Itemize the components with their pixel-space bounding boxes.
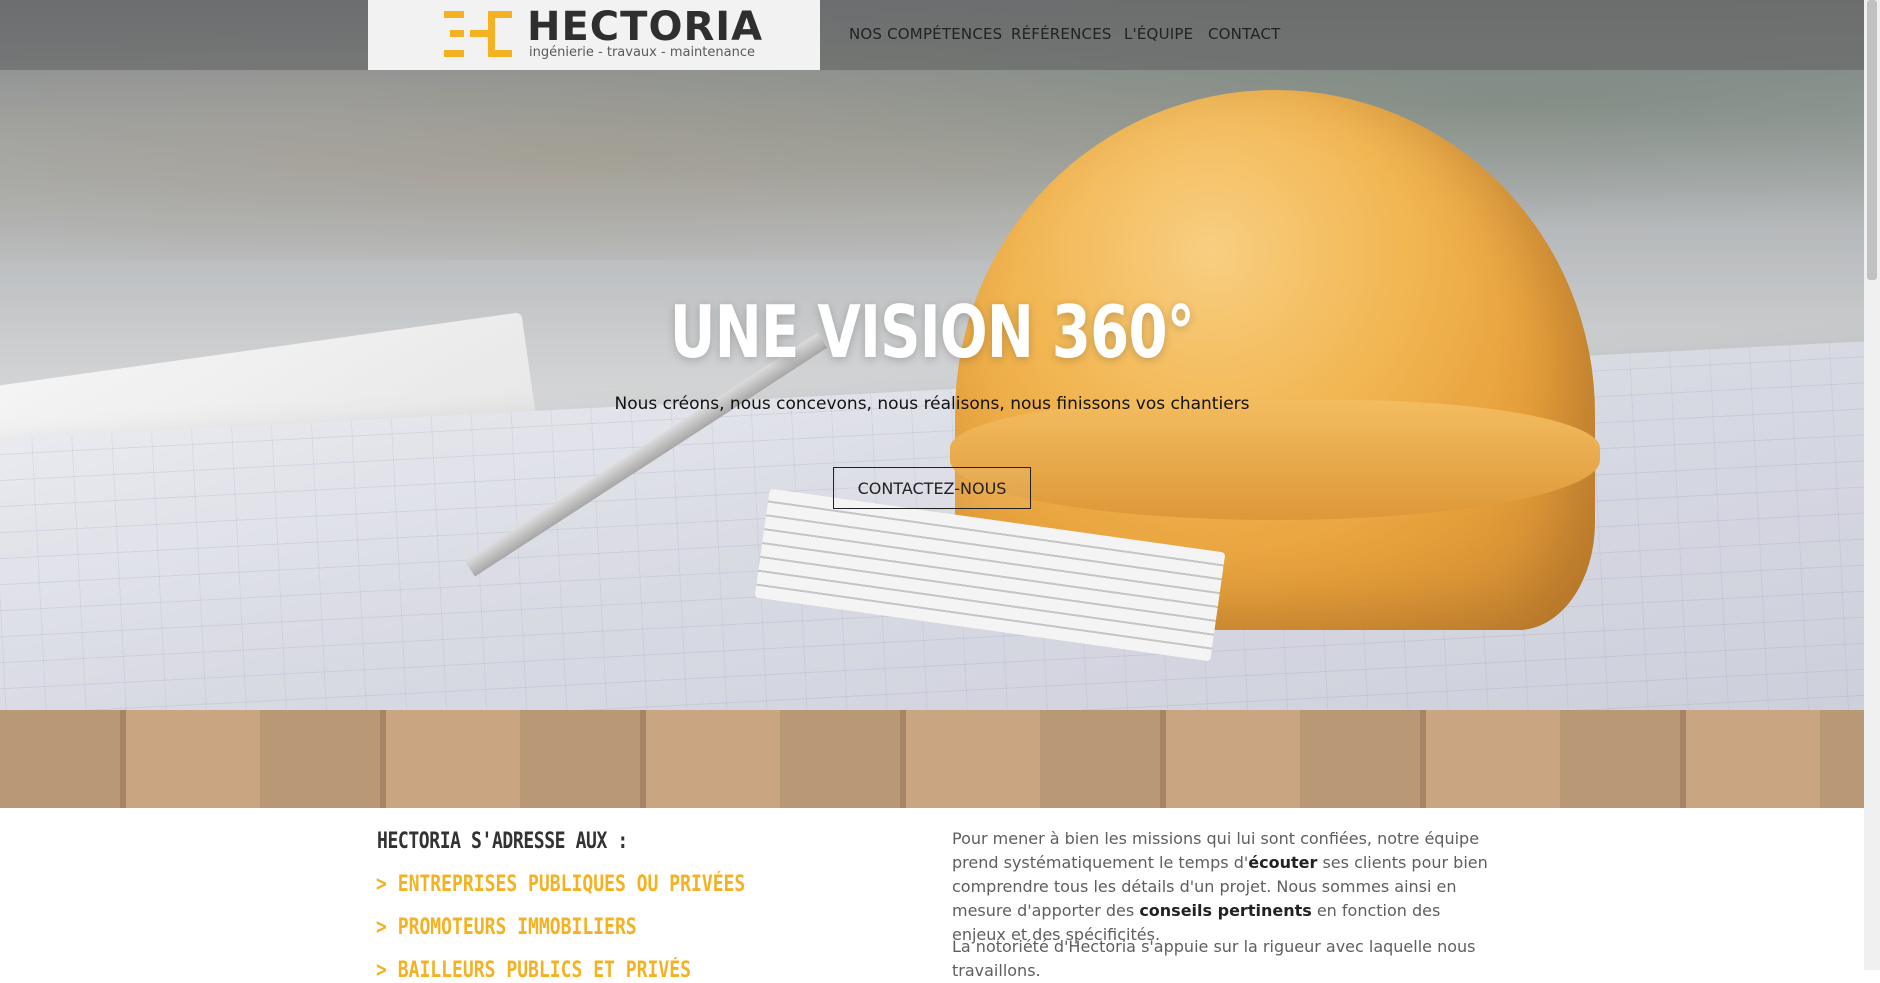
about-paragraph-2: La notoriété d'Hectoria s'appuie sur la …	[952, 937, 1476, 980]
hero-subtitle: Nous créons, nous concevons, nous réalis…	[614, 394, 1250, 414]
about-emphasis: conseils pertinents	[1139, 901, 1312, 920]
scrollbar-thumb[interactable]	[1867, 0, 1877, 280]
nav-equipe[interactable]: L'ÉQUIPE	[1124, 25, 1193, 43]
audience-item[interactable]: > PROMOTEURS IMMOBILIERS	[376, 915, 637, 940]
audience-item[interactable]: > BAILLEURS PUBLICS ET PRIVÉS	[376, 958, 691, 983]
nav-references[interactable]: RÉFÉRENCES	[1011, 25, 1112, 43]
audience-heading: HECTORIA S'ADRESSE AUX :	[377, 829, 628, 854]
hero-title: UNE VISION 360°	[669, 290, 1195, 374]
audience-item[interactable]: > ENTREPRISES PUBLIQUES OU PRIVÉES	[376, 872, 745, 897]
hero-banner: UNE VISION 360° Nous créons, nous concev…	[0, 0, 1864, 808]
about-emphasis: écouter	[1248, 853, 1318, 872]
nav-contact[interactable]: CONTACT	[1208, 25, 1281, 43]
contact-button[interactable]: CONTACTEZ-NOUS	[833, 467, 1031, 509]
top-navbar: HECTORIA ingénierie - travaux - maintena…	[0, 0, 1864, 70]
brand-name: HECTORIA	[527, 4, 764, 50]
nav-competences[interactable]: NOS COMPÉTENCES	[849, 25, 1002, 43]
hectoria-logo-icon	[444, 11, 512, 57]
brand-tagline: ingénierie - travaux - maintenance	[529, 45, 755, 60]
about-paragraph-1: Pour mener à bien les missions qui lui s…	[952, 827, 1492, 947]
